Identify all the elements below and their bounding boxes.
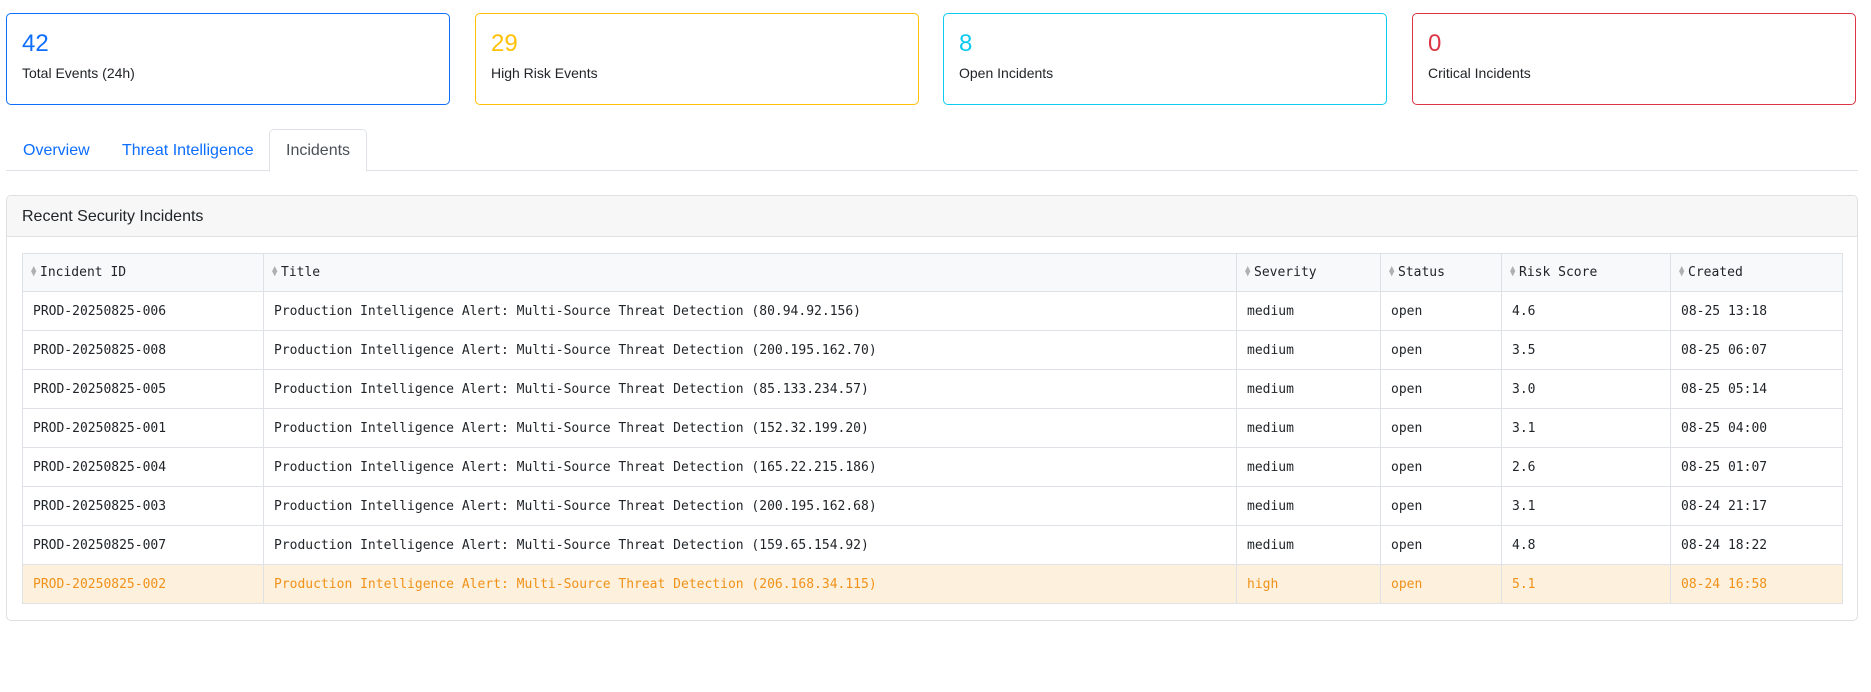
- column-header-label: Risk Score: [1519, 265, 1598, 280]
- cell-title: Production Intelligence Alert: Multi-Sou…: [263, 408, 1237, 448]
- column-header-status[interactable]: ▲ ▼ Status: [1380, 253, 1502, 292]
- tab-incidents[interactable]: Incidents: [269, 129, 368, 172]
- table-row[interactable]: PROD-20250825-004 Production Intelligenc…: [22, 447, 1843, 487]
- cell-created: 08-25 06:07: [1670, 330, 1843, 370]
- sort-icon: ▲ ▼: [1679, 263, 1685, 279]
- sort-icon: ▲ ▼: [272, 263, 278, 279]
- cell-risk-score: 3.5: [1501, 330, 1671, 370]
- cell-status: open: [1380, 291, 1502, 331]
- column-header-label: Title: [281, 265, 321, 280]
- column-header-label: Incident ID: [40, 265, 127, 280]
- cell-severity: medium: [1236, 486, 1381, 526]
- cell-created: 08-24 21:17: [1670, 486, 1843, 526]
- cell-incident-id: PROD-20250825-006: [22, 291, 264, 331]
- column-header-label: Severity: [1254, 265, 1317, 280]
- cell-status: open: [1380, 408, 1502, 448]
- tab-bar: Overview Threat Intelligence Incidents: [6, 129, 1858, 172]
- stat-card-critical-incidents: 0 Critical Incidents: [1412, 13, 1856, 105]
- cell-risk-score: 3.0: [1501, 369, 1671, 409]
- table-row[interactable]: PROD-20250825-008 Production Intelligenc…: [22, 330, 1843, 370]
- cell-status: open: [1380, 564, 1502, 604]
- stat-value: 42: [22, 30, 49, 57]
- cell-risk-score: 2.6: [1501, 447, 1671, 487]
- cell-incident-id: PROD-20250825-008: [22, 330, 264, 370]
- stat-label: Critical Incidents: [1428, 65, 1531, 81]
- cell-created: 08-24 18:22: [1670, 525, 1843, 565]
- stat-value: 8: [959, 30, 973, 57]
- stat-card-high-risk-events: 29 High Risk Events: [475, 13, 919, 105]
- cell-severity: high: [1236, 564, 1381, 604]
- cell-status: open: [1380, 525, 1502, 565]
- table-header-row: ▲ ▼ Incident ID ▲ ▼ Title ▲ ▼ Severity ▲ ▼ Statu…: [22, 253, 1843, 292]
- sort-icon: ▲ ▼: [31, 263, 37, 279]
- column-header-created[interactable]: ▲ ▼ Created: [1670, 253, 1843, 292]
- sort-icon: ▲ ▼: [1510, 263, 1516, 279]
- cell-created: 08-25 04:00: [1670, 408, 1843, 448]
- cell-incident-id: PROD-20250825-002: [22, 564, 264, 604]
- cell-incident-id: PROD-20250825-005: [22, 369, 264, 409]
- cell-created: 08-25 05:14: [1670, 369, 1843, 409]
- table-row[interactable]: PROD-20250825-005 Production Intelligenc…: [22, 369, 1843, 409]
- table-row[interactable]: PROD-20250825-007 Production Intelligenc…: [22, 525, 1843, 565]
- panel-title: Recent Security Incidents: [7, 196, 1857, 237]
- column-header-label: Created: [1688, 265, 1743, 280]
- cell-title: Production Intelligence Alert: Multi-Sou…: [263, 291, 1237, 331]
- column-header-title[interactable]: ▲ ▼ Title: [263, 253, 1237, 292]
- cell-title: Production Intelligence Alert: Multi-Sou…: [263, 369, 1237, 409]
- cell-title: Production Intelligence Alert: Multi-Sou…: [263, 447, 1237, 487]
- cell-severity: medium: [1236, 408, 1381, 448]
- stat-label: High Risk Events: [491, 65, 598, 81]
- cell-severity: medium: [1236, 330, 1381, 370]
- stat-cards: 42 Total Events (24h) 29 High Risk Event…: [6, 13, 1858, 105]
- incidents-table: ▲ ▼ Incident ID ▲ ▼ Title ▲ ▼ Severity ▲ ▼ Statu…: [22, 253, 1843, 604]
- cell-created: 08-24 16:58: [1670, 564, 1843, 604]
- stat-card-total-events: 42 Total Events (24h): [6, 13, 450, 105]
- cell-status: open: [1380, 369, 1502, 409]
- cell-risk-score: 5.1: [1501, 564, 1671, 604]
- cell-severity: medium: [1236, 291, 1381, 331]
- stat-value: 29: [491, 30, 518, 57]
- column-header-label: Status: [1398, 265, 1445, 280]
- column-header-incident-id[interactable]: ▲ ▼ Incident ID: [22, 253, 264, 292]
- stat-value: 0: [1428, 30, 1442, 57]
- tab-overview[interactable]: Overview: [6, 129, 107, 171]
- cell-severity: medium: [1236, 369, 1381, 409]
- tab-threat-intelligence[interactable]: Threat Intelligence: [105, 129, 271, 171]
- column-header-risk-score[interactable]: ▲ ▼ Risk Score: [1501, 253, 1671, 292]
- cell-incident-id: PROD-20250825-003: [22, 486, 264, 526]
- stat-card-open-incidents: 8 Open Incidents: [943, 13, 1387, 105]
- cell-status: open: [1380, 330, 1502, 370]
- cell-severity: medium: [1236, 525, 1381, 565]
- table-row[interactable]: PROD-20250825-003 Production Intelligenc…: [22, 486, 1843, 526]
- cell-severity: medium: [1236, 447, 1381, 487]
- cell-title: Production Intelligence Alert: Multi-Sou…: [263, 486, 1237, 526]
- cell-status: open: [1380, 486, 1502, 526]
- cell-risk-score: 4.8: [1501, 525, 1671, 565]
- cell-title: Production Intelligence Alert: Multi-Sou…: [263, 564, 1237, 604]
- cell-risk-score: 3.1: [1501, 486, 1671, 526]
- column-header-severity[interactable]: ▲ ▼ Severity: [1236, 253, 1381, 292]
- cell-title: Production Intelligence Alert: Multi-Sou…: [263, 525, 1237, 565]
- stat-label: Total Events (24h): [22, 65, 135, 81]
- cell-risk-score: 3.1: [1501, 408, 1671, 448]
- cell-title: Production Intelligence Alert: Multi-Sou…: [263, 330, 1237, 370]
- table-row[interactable]: PROD-20250825-006 Production Intelligenc…: [22, 291, 1843, 331]
- cell-incident-id: PROD-20250825-007: [22, 525, 264, 565]
- table-row[interactable]: PROD-20250825-001 Production Intelligenc…: [22, 408, 1843, 448]
- sort-icon: ▲ ▼: [1245, 263, 1251, 279]
- cell-status: open: [1380, 447, 1502, 487]
- cell-created: 08-25 13:18: [1670, 291, 1843, 331]
- incidents-panel: Recent Security Incidents ▲ ▼ Incident ID …: [6, 195, 1858, 621]
- cell-risk-score: 4.6: [1501, 291, 1671, 331]
- sort-icon: ▲ ▼: [1389, 263, 1395, 279]
- cell-incident-id: PROD-20250825-004: [22, 447, 264, 487]
- cell-created: 08-25 01:07: [1670, 447, 1843, 487]
- stat-label: Open Incidents: [959, 65, 1054, 81]
- cell-incident-id: PROD-20250825-001: [22, 408, 264, 448]
- table-row-highlighted[interactable]: PROD-20250825-002 Production Intelligenc…: [22, 564, 1843, 604]
